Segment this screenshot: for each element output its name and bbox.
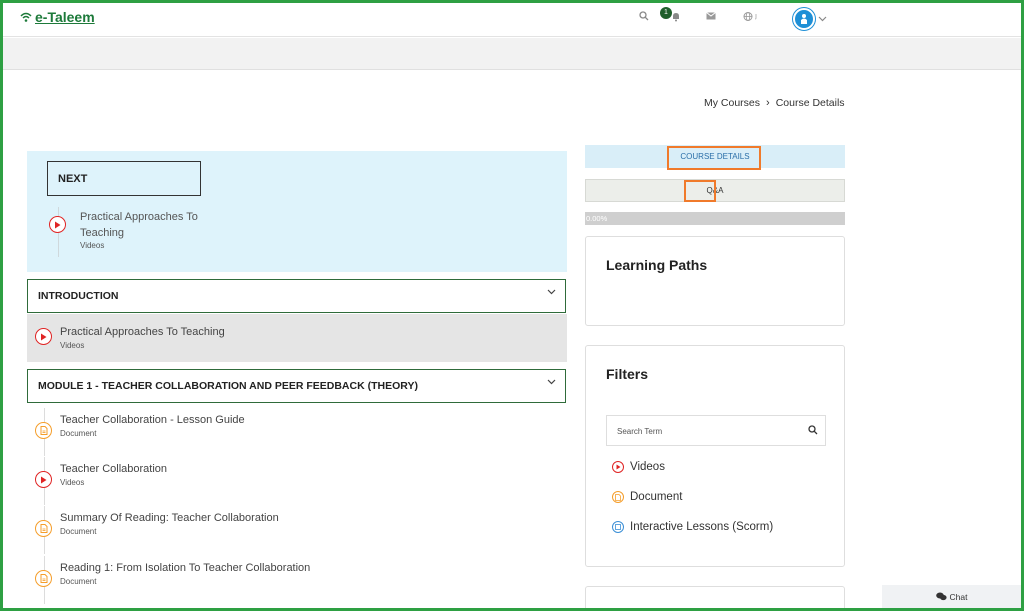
section-module-1-header[interactable]: MODULE 1 - TEACHER COLLABORATION AND PEE… xyxy=(27,369,566,403)
avatar[interactable] xyxy=(793,8,815,30)
bell-icon[interactable] xyxy=(671,11,681,22)
search-icon[interactable] xyxy=(808,425,818,435)
lesson-title[interactable]: Teacher Collaboration xyxy=(60,463,167,475)
lesson-title[interactable]: Teacher Collaboration - Lesson Guide xyxy=(60,414,245,426)
breadcrumb: My Courses › Course Details xyxy=(704,97,845,109)
filter-interactive-lessons[interactable]: Interactive Lessons (Scorm) xyxy=(612,521,773,533)
highlight-box-qa xyxy=(684,180,716,202)
chat-label: Chat xyxy=(949,591,968,602)
document-icon xyxy=(35,422,52,439)
breadcrumb-course-details: Course Details xyxy=(775,97,845,109)
document-icon xyxy=(35,570,52,587)
logo[interactable]: e-Taleem xyxy=(19,9,95,25)
language-globe-icon[interactable] xyxy=(743,11,761,22)
next-lesson-title[interactable]: Practical Approaches To Teaching xyxy=(80,209,210,241)
filter-videos[interactable]: Videos xyxy=(612,461,665,473)
logo-wifi-icon xyxy=(20,12,32,22)
learning-paths-card: Learning Paths xyxy=(585,236,845,326)
lesson-type: Videos xyxy=(60,341,85,350)
lesson-item[interactable]: Teacher Collaboration - Lesson Guide Doc… xyxy=(27,408,567,456)
filter-label: Videos xyxy=(630,461,665,473)
highlight-box-course-details xyxy=(667,146,761,170)
play-icon xyxy=(612,461,624,473)
play-icon xyxy=(35,471,52,488)
lesson-type: Document xyxy=(60,527,97,536)
learning-paths-title: Learning Paths xyxy=(606,257,708,273)
chevron-down-icon xyxy=(547,289,556,295)
search-icon[interactable] xyxy=(639,11,649,21)
filters-title: Filters xyxy=(606,366,649,382)
lesson-title[interactable]: Practical Approaches To Teaching xyxy=(60,326,225,338)
chevron-down-icon xyxy=(818,16,827,22)
lesson-item[interactable]: Reading 1: From Isolation To Teacher Col… xyxy=(27,556,567,604)
filters-card: Filters Search Term Videos Document Inte… xyxy=(585,345,845,567)
logo-text: e-Taleem xyxy=(35,9,95,25)
play-icon xyxy=(35,328,52,345)
notification-badge: 1 xyxy=(660,7,672,19)
chat-button[interactable]: Chat xyxy=(882,585,1021,608)
document-icon xyxy=(35,520,52,537)
next-lesson-type: Videos xyxy=(80,241,105,250)
section-introduction-header[interactable]: INTRODUCTION xyxy=(27,279,566,313)
filter-document[interactable]: Document xyxy=(612,491,682,503)
filter-label: Interactive Lessons (Scorm) xyxy=(630,521,774,533)
chevron-down-icon xyxy=(547,379,556,385)
lesson-item[interactable]: Practical Approaches To Teaching Videos xyxy=(27,314,567,362)
lesson-title[interactable]: Reading 1: From Isolation To Teacher Col… xyxy=(60,562,310,574)
lesson-type: Document xyxy=(60,577,97,586)
chevron-right-icon: › xyxy=(766,97,770,109)
course-progress-bar: 0.00% xyxy=(585,212,845,225)
secondary-bar xyxy=(3,38,1021,70)
search-placeholder: Search Term xyxy=(617,427,663,436)
lesson-item[interactable]: Teacher Collaboration Videos xyxy=(27,457,567,505)
lesson-type: Videos xyxy=(60,478,85,487)
lesson-type: Document xyxy=(60,429,97,438)
mail-icon[interactable] xyxy=(706,12,716,20)
user-menu[interactable] xyxy=(793,8,827,30)
chat-icon xyxy=(935,592,947,601)
next-panel: NEXT Practical Approaches To Teaching Vi… xyxy=(27,151,567,272)
lesson-title[interactable]: Summary Of Reading: Teacher Collaboratio… xyxy=(60,512,279,524)
document-icon xyxy=(612,491,624,503)
interactive-lesson-icon xyxy=(612,521,624,533)
filter-label: Document xyxy=(630,491,683,503)
next-label: NEXT xyxy=(47,161,201,196)
lesson-item[interactable]: Summary Of Reading: Teacher Collaboratio… xyxy=(27,506,567,554)
top-navbar: e-Taleem 1 xyxy=(3,3,1021,37)
search-input[interactable]: Search Term xyxy=(606,415,826,446)
play-icon xyxy=(49,216,66,233)
section-title: MODULE 1 - TEACHER COLLABORATION AND PEE… xyxy=(38,380,418,392)
breadcrumb-my-courses[interactable]: My Courses xyxy=(704,97,760,109)
next-card-partial xyxy=(585,586,845,611)
section-title: INTRODUCTION xyxy=(38,290,119,302)
